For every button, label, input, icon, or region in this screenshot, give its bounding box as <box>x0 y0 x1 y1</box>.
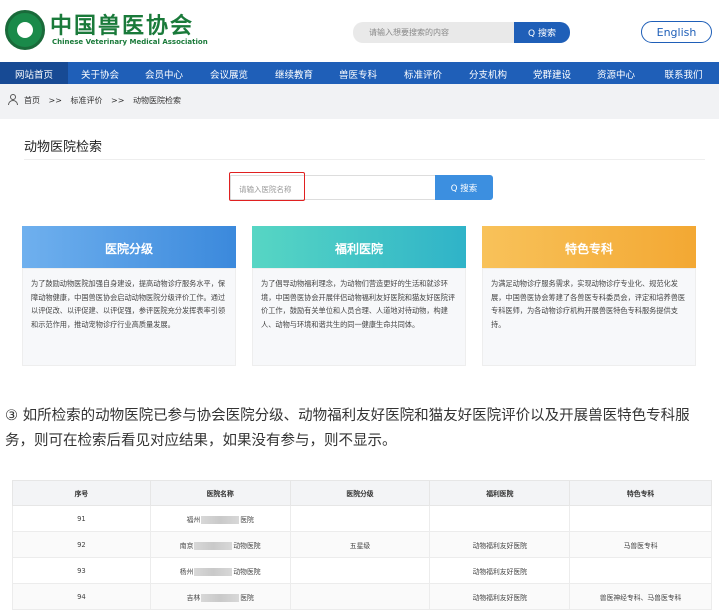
breadcrumb-separator: >> <box>48 96 62 105</box>
cell-hospital-name[interactable]: 福州 医院 <box>149 505 291 532</box>
main-nav: 网站首页 关于协会 会员中心 会议展览 继续教育 兽医专科 标准评价 分支机构 … <box>0 62 719 84</box>
table-row: 94 吉林 医院 动物福利友好医院 兽医神经专科、马兽医专科 <box>12 583 712 610</box>
card-title[interactable]: 特色专科 <box>482 226 696 268</box>
breadcrumb-current: 动物医院检索 <box>133 96 181 105</box>
card-title[interactable]: 医院分级 <box>22 226 236 268</box>
column-header: 医院分级 <box>289 480 431 506</box>
cell-specialty: 兽医神经专科、马兽医专科 <box>569 583 712 610</box>
breadcrumb-home[interactable]: 首页 <box>24 96 40 105</box>
card-description: 为了鼓励动物医院加强自身建设，提高动物诊疗服务水平，保障动物健康，中国兽医协会启… <box>22 268 236 366</box>
divider <box>24 159 705 160</box>
breadcrumb-separator: >> <box>111 96 125 105</box>
table-row: 91 福州 医院 <box>12 505 712 532</box>
column-header: 序号 <box>12 480 151 506</box>
cell-specialty <box>569 557 712 584</box>
redacted-text <box>201 593 240 602</box>
cell-grade <box>289 557 431 584</box>
nav-item-branches[interactable]: 分支机构 <box>456 62 520 84</box>
nav-item-about[interactable]: 关于协会 <box>68 62 132 84</box>
cell-grade <box>289 583 431 610</box>
site-search-input[interactable]: 请输入想要搜索的内容 <box>353 22 516 43</box>
cell-no: 93 <box>12 557 151 584</box>
cell-welfare: 动物福利友好医院 <box>429 531 571 558</box>
nav-item-specialty[interactable]: 兽医专科 <box>326 62 390 84</box>
redacted-text <box>194 567 233 576</box>
nav-item-standards[interactable]: 标准评价 <box>390 62 456 84</box>
card-title[interactable]: 福利医院 <box>252 226 466 268</box>
nav-item-members[interactable]: 会员中心 <box>132 62 196 84</box>
english-button[interactable]: English <box>641 21 712 43</box>
cell-no: 91 <box>12 505 151 532</box>
cell-grade: 五星级 <box>289 531 431 558</box>
redacted-text <box>201 515 240 524</box>
redacted-text <box>194 541 233 550</box>
user-location-icon <box>8 94 18 105</box>
site-subtitle: Chinese Veterinary Medical Association <box>52 38 208 46</box>
table-row: 93 杨州 动物医院 动物福利友好医院 <box>12 557 712 584</box>
highlight-box <box>229 172 305 201</box>
breadcrumb-standards[interactable]: 标准评价 <box>71 96 103 105</box>
site-title[interactable]: 中国兽医协会 <box>50 8 194 40</box>
instruction-note: ③ 如所检索的动物医院已参与协会医院分级、动物福利友好医院和猫友好医院评价以及开… <box>5 408 690 449</box>
nav-item-party[interactable]: 党群建设 <box>520 62 584 84</box>
nav-item-home[interactable]: 网站首页 <box>0 62 68 84</box>
card-welfare-hospital[interactable]: 福利医院 为了倡导动物福利理念，为动物们营造更好的生活和就诊环境，中国兽医协会开… <box>252 226 466 366</box>
hospital-search-panel: 动物医院检索 请输入医院名称 Q 搜索 医院分级 为了鼓励动物医院加强自身建设，… <box>8 119 713 375</box>
cell-specialty: 马兽医专科 <box>569 531 712 558</box>
nav-item-education[interactable]: 继续教育 <box>262 62 326 84</box>
cell-no: 94 <box>12 583 151 610</box>
hospital-search-button[interactable]: Q 搜索 <box>435 175 493 200</box>
cell-welfare <box>429 505 571 532</box>
column-header: 医院名称 <box>149 480 291 506</box>
column-header: 特色专科 <box>569 480 712 506</box>
cell-hospital-name[interactable]: 杨州 动物医院 <box>149 557 291 584</box>
table-row: 92 南京 动物医院 五星级 动物福利友好医院 马兽医专科 <box>12 531 712 558</box>
column-header: 福利医院 <box>429 480 571 506</box>
cell-grade <box>289 505 431 532</box>
nav-item-resources[interactable]: 资源中心 <box>584 62 648 84</box>
breadcrumb: 首页 >> 标准评价 >> 动物医院检索 <box>0 84 719 119</box>
cell-welfare: 动物福利友好医院 <box>429 583 571 610</box>
card-description: 为满足动物诊疗服务需求，实现动物诊疗专业化、规范化发展，中国兽医协会筹建了各兽医… <box>482 268 696 366</box>
cell-specialty <box>569 505 712 532</box>
site-header: 中国兽医协会 Chinese Veterinary Medical Associ… <box>0 0 719 62</box>
nav-item-contact[interactable]: 联系我们 <box>648 62 719 84</box>
results-table: 序号 医院名称 医院分级 福利医院 特色专科 91 福州 医院 92 南京 动物医院… <box>12 480 712 610</box>
cell-no: 92 <box>12 531 151 558</box>
table-header-row: 序号 医院名称 医院分级 福利医院 特色专科 <box>12 480 712 506</box>
card-description: 为了倡导动物福利理念，为动物们营造更好的生活和就诊环境，中国兽医协会开展伴侣动物… <box>252 268 466 366</box>
card-hospital-grading[interactable]: 医院分级 为了鼓励动物医院加强自身建设，提高动物诊疗服务水平，保障动物健康，中国… <box>22 226 236 366</box>
card-specialty[interactable]: 特色专科 为满足动物诊疗服务需求，实现动物诊疗专业化、规范化发展，中国兽医协会筹… <box>482 226 696 366</box>
cell-hospital-name[interactable]: 南京 动物医院 <box>149 531 291 558</box>
association-logo-icon[interactable] <box>5 10 45 50</box>
panel-title: 动物医院检索 <box>24 140 103 155</box>
cell-welfare: 动物福利友好医院 <box>429 557 571 584</box>
nav-item-conferences[interactable]: 会议展览 <box>196 62 262 84</box>
site-search-button[interactable]: Q 搜索 <box>514 22 570 43</box>
cell-hospital-name[interactable]: 吉林 医院 <box>149 583 291 610</box>
